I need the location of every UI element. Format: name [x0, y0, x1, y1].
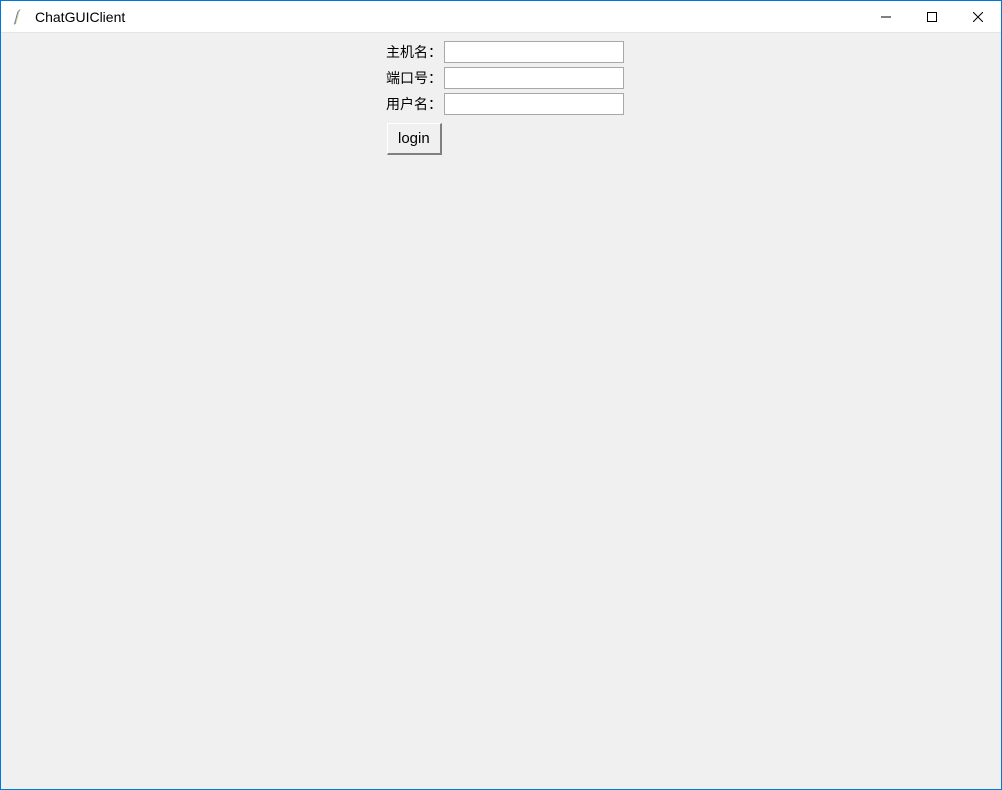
minimize-icon [881, 12, 891, 22]
titlebar: ChatGUIClient [1, 1, 1001, 33]
hostname-row: 主机名： [379, 39, 624, 65]
window-title: ChatGUIClient [35, 9, 863, 25]
login-form: 主机名： 端口号： 用户名： login [379, 39, 624, 155]
window-controls [863, 1, 1001, 32]
port-input[interactable] [444, 67, 624, 89]
hostname-label: 主机名： [379, 42, 444, 62]
port-row: 端口号： [379, 65, 624, 91]
maximize-icon [927, 12, 937, 22]
close-icon [973, 12, 983, 22]
minimize-button[interactable] [863, 1, 909, 33]
app-icon [9, 8, 27, 26]
username-label: 用户名： [379, 94, 444, 114]
username-row: 用户名： [379, 91, 624, 117]
login-button[interactable]: login [387, 123, 442, 155]
client-area: 主机名： 端口号： 用户名： login [1, 33, 1001, 789]
maximize-button[interactable] [909, 1, 955, 33]
hostname-input[interactable] [444, 41, 624, 63]
port-label: 端口号： [379, 68, 444, 88]
button-row: login [379, 123, 624, 155]
username-input[interactable] [444, 93, 624, 115]
close-button[interactable] [955, 1, 1001, 33]
application-window: ChatGUIClient 主机名： [0, 0, 1002, 790]
